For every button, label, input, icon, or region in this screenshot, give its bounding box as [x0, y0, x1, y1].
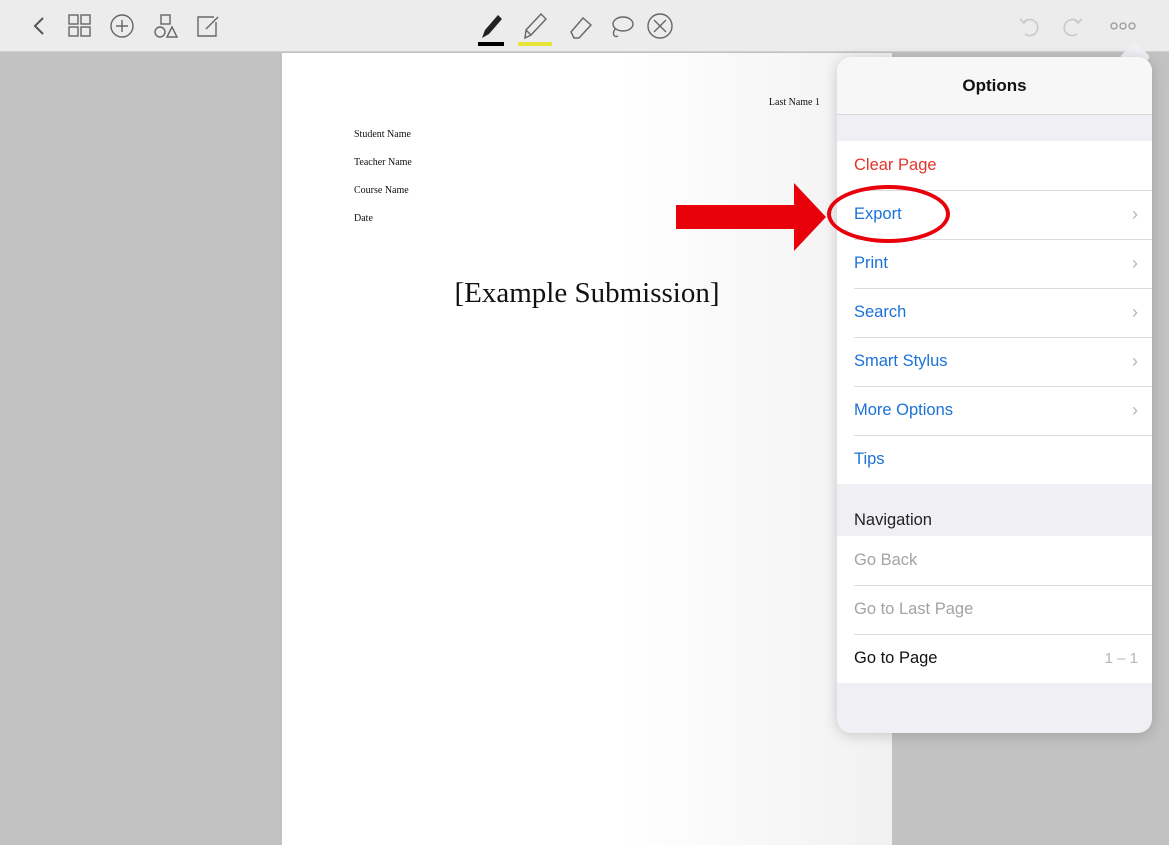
- navigation-actions: Go Back Go to Last Page Go to Page 1 – 1: [837, 536, 1152, 683]
- document-page[interactable]: Last Name 1 Student Name Teacher Name Co…: [282, 53, 892, 845]
- print-label: Print: [854, 254, 888, 272]
- options-title: Options: [837, 57, 1152, 115]
- go-back-item[interactable]: Go Back: [837, 536, 1152, 585]
- add-circle-icon[interactable]: [108, 12, 136, 40]
- document-title: [Example Submission]: [454, 277, 720, 309]
- pen-tool-icon[interactable]: [476, 8, 506, 48]
- chevron-right-icon: ›: [1132, 400, 1138, 420]
- search-label: Search: [854, 303, 907, 321]
- more-options-item[interactable]: More Options ›: [837, 386, 1152, 435]
- redo-icon[interactable]: [1060, 14, 1086, 40]
- tips-label: Tips: [854, 450, 885, 468]
- header-course-name: Course Name: [354, 185, 409, 196]
- highlighter-tool-icon[interactable]: [516, 8, 554, 48]
- smart-stylus-label: Smart Stylus: [854, 352, 948, 370]
- go-to-page-label: Go to Page: [854, 649, 938, 667]
- red-arrow-annotation: [676, 181, 826, 258]
- header-student-name: Student Name: [354, 129, 411, 140]
- chevron-right-icon: ›: [1132, 302, 1138, 322]
- header-date: Date: [354, 213, 373, 224]
- clear-page-item[interactable]: Clear Page: [837, 141, 1152, 190]
- more-options-icon[interactable]: [1106, 16, 1140, 36]
- smart-stylus-item[interactable]: Smart Stylus ›: [837, 337, 1152, 386]
- tips-item[interactable]: Tips: [837, 435, 1152, 484]
- page-grid-icon[interactable]: [66, 12, 94, 40]
- chevron-right-icon: ›: [1132, 204, 1138, 224]
- options-popover: Options Clear Page Export › Print › Sear…: [837, 57, 1152, 733]
- lasso-tool-icon[interactable]: [606, 12, 636, 42]
- export-highlight-circle: [827, 185, 950, 243]
- header-teacher-name: Teacher Name: [354, 157, 412, 168]
- close-tool-icon[interactable]: [644, 10, 676, 42]
- edit-note-icon[interactable]: [194, 12, 222, 40]
- chevron-right-icon: ›: [1132, 253, 1138, 273]
- navigation-section-title: Navigation: [837, 496, 1152, 536]
- print-item[interactable]: Print ›: [837, 239, 1152, 288]
- shapes-icon[interactable]: [152, 12, 180, 40]
- go-to-last-page-label: Go to Last Page: [854, 600, 974, 618]
- eraser-tool-icon[interactable]: [566, 12, 596, 42]
- page-range: 1 – 1: [1104, 650, 1138, 667]
- go-to-page-item[interactable]: Go to Page 1 – 1: [837, 634, 1152, 683]
- top-toolbar: [0, 0, 1169, 52]
- clear-page-label: Clear Page: [854, 156, 937, 174]
- running-head: Last Name 1: [768, 97, 820, 108]
- chevron-right-icon: ›: [1132, 351, 1138, 371]
- go-to-last-page-item[interactable]: Go to Last Page: [837, 585, 1152, 634]
- go-back-label: Go Back: [854, 551, 918, 569]
- back-chevron-icon[interactable]: [28, 14, 52, 38]
- search-item[interactable]: Search ›: [837, 288, 1152, 337]
- more-options-label: More Options: [854, 401, 954, 419]
- undo-icon[interactable]: [1016, 14, 1042, 40]
